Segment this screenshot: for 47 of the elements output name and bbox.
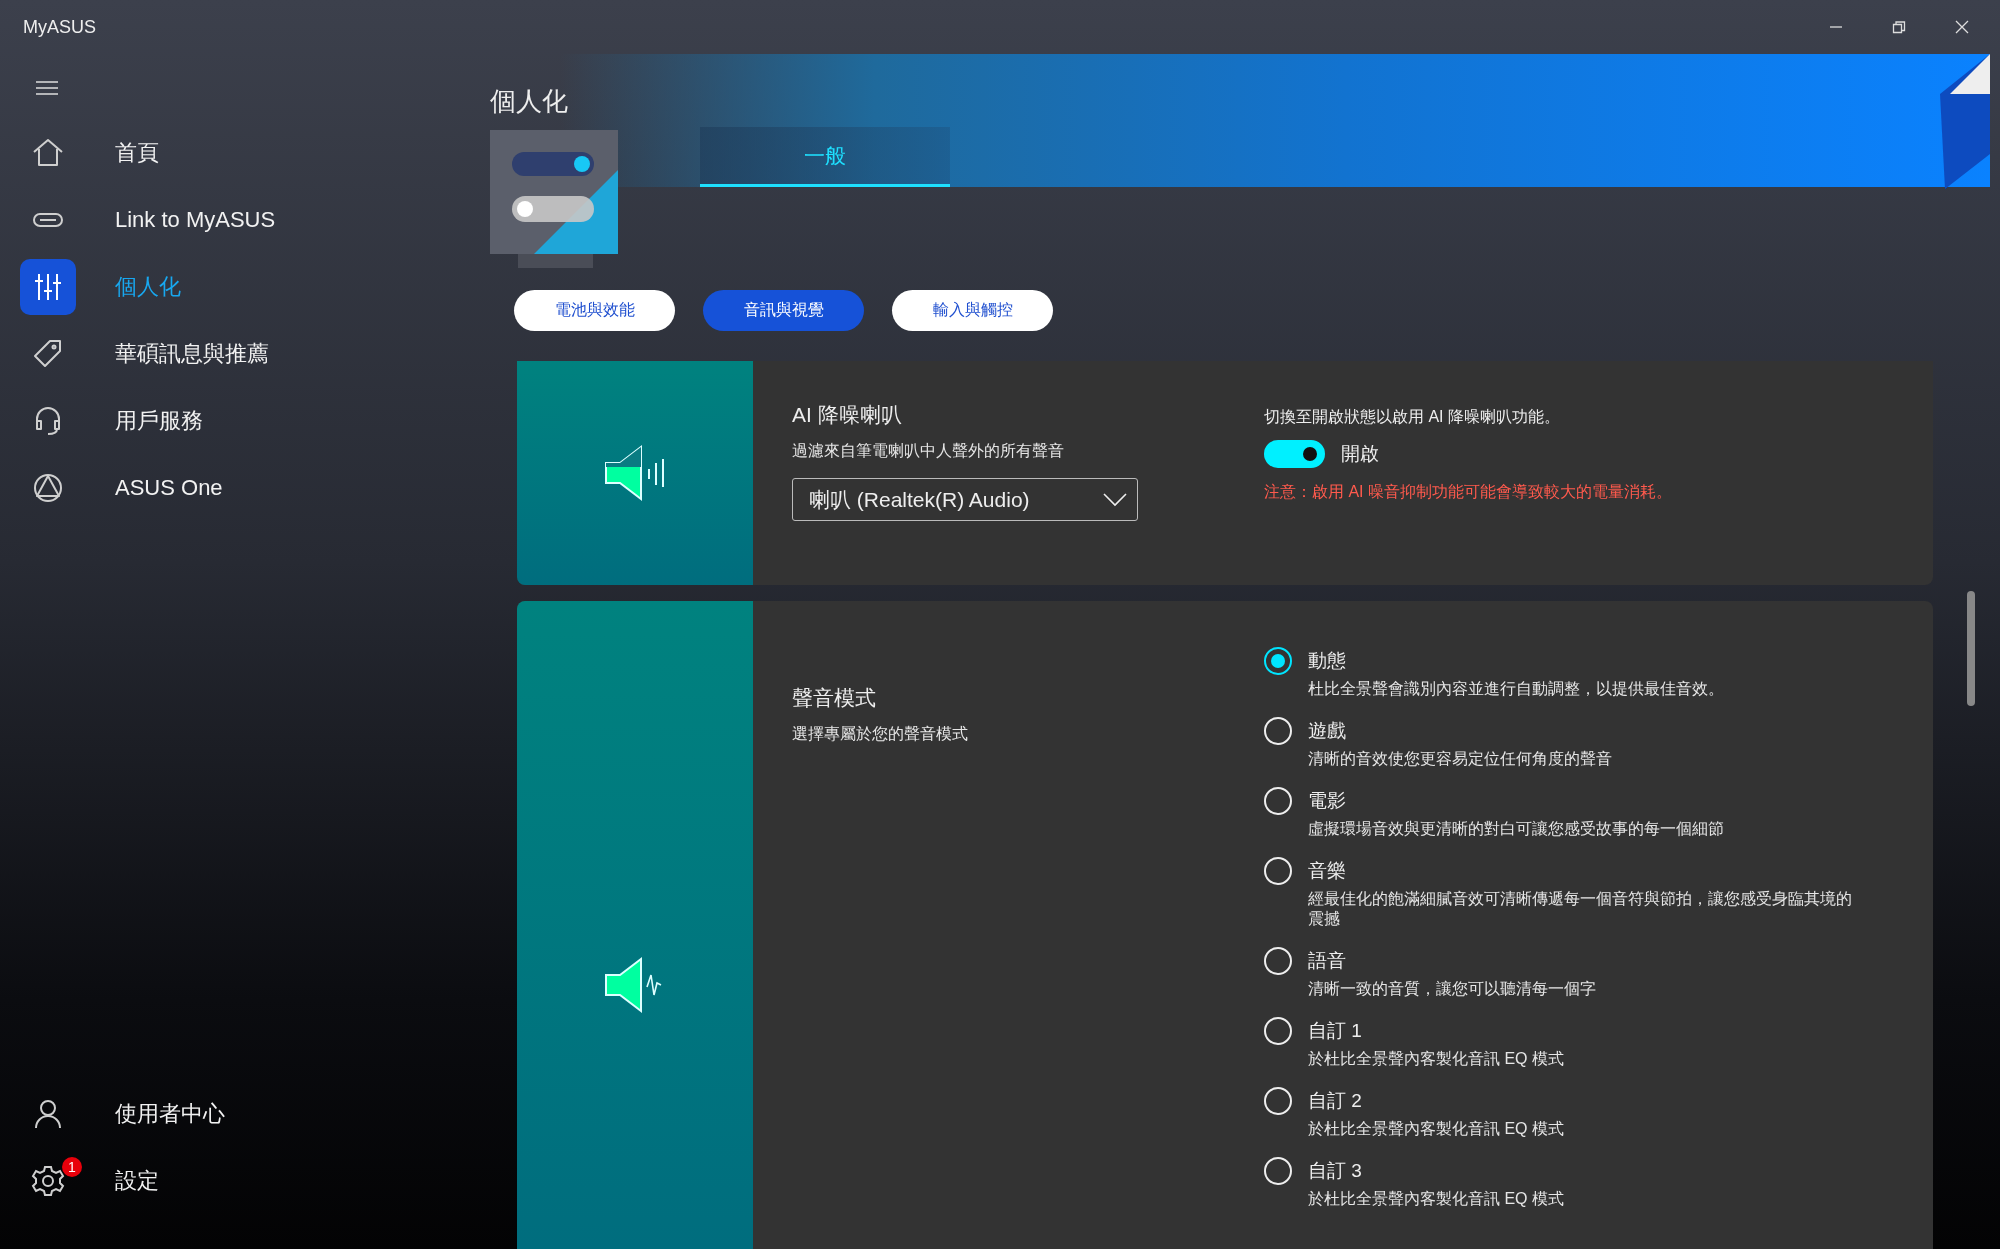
settings-icon (30, 1163, 66, 1199)
option-description: 於杜比全景聲內客製化音訊 EQ 模式 (1308, 1049, 1565, 1069)
option-label: 自訂 1 (1308, 1019, 1363, 1043)
sidebar-item[interactable]: 華碩訊息與推薦 (0, 326, 269, 382)
sidebar-item[interactable]: 用戶服務 (0, 393, 203, 449)
option-label: 遊戲 (1308, 719, 1347, 743)
notification-badge: 1 (62, 1157, 82, 1177)
option-label: 語音 (1308, 949, 1347, 973)
card-subtitle: 過濾來自筆電喇叭中人聲外的所有聲音 (792, 441, 1065, 461)
speaker-dropdown[interactable]: 喇叭 (Realtek(R) Audio) (792, 478, 1138, 521)
close-icon[interactable] (1954, 19, 1970, 35)
warning-text: 注意：啟用 AI 噪音抑制功能可能會導致較大的電量消耗。 (1264, 482, 1673, 502)
sidebar-item[interactable]: 首頁 (0, 125, 159, 181)
option-label: 自訂 2 (1308, 1089, 1363, 1113)
option-description: 杜比全景聲會識別內容並進行自動調整，以提供最佳音效。 (1308, 679, 1725, 699)
toggle-switch[interactable] (1264, 440, 1325, 468)
option-description: 於杜比全景聲內客製化音訊 EQ 模式 (1308, 1119, 1565, 1139)
option-description: 虛擬環場音效與更清晰的對白可讓您感受故事的每一個細節 (1308, 819, 1725, 839)
option-description: 於杜比全景聲內客製化音訊 EQ 模式 (1308, 1189, 1565, 1209)
sidebar-item[interactable]: 使用者中心 (0, 1086, 225, 1142)
option-label: 音樂 (1308, 859, 1347, 883)
option-description: 清晰一致的音質，讓您可以聽清每一個字 (1308, 979, 1597, 999)
toggle-label: 開啟 (1341, 442, 1379, 466)
category-button[interactable]: 電池與效能 (514, 290, 675, 331)
restore-icon[interactable] (1891, 19, 1907, 35)
option-label: 電影 (1308, 789, 1347, 813)
card-title: 聲音模式 (792, 685, 877, 711)
option-description: 清晰的音效使您更容易定位任何角度的聲音 (1308, 749, 1613, 769)
chevron-down-icon (1103, 492, 1127, 507)
radio-button[interactable] (1264, 647, 1292, 675)
option-label: 動態 (1308, 649, 1347, 673)
hint-text: 切換至開啟狀態以啟用 AI 降噪喇叭功能。 (1264, 407, 1561, 427)
sidebar-item[interactable]: Link to MyASUS (0, 192, 276, 248)
category-button[interactable]: 音訊與視覺 (703, 290, 864, 331)
sidebar-item[interactable]: 1 設定 (0, 1153, 159, 1209)
category-button[interactable]: 輸入與觸控 (892, 290, 1053, 331)
tab[interactable]: 一般 (700, 127, 950, 187)
card-title: AI 降噪喇叭 (792, 402, 903, 428)
page-title: 個人化 (490, 85, 568, 118)
option-description: 經最佳化的飽滿細膩音效可清晰傳遞每一個音符與節拍，讓您感受身臨其境的震撼 (1308, 889, 1853, 929)
sidebar-item[interactable]: 個人化 (0, 259, 181, 315)
window-title: MyASUS (23, 16, 96, 38)
scrollbar-thumb[interactable] (1967, 591, 1975, 706)
sidebar-item[interactable]: ASUS One (0, 460, 223, 516)
option-label: 自訂 3 (1308, 1159, 1363, 1183)
menu-icon[interactable] (35, 79, 59, 97)
card-subtitle: 選擇專屬於您的聲音模式 (792, 724, 969, 744)
